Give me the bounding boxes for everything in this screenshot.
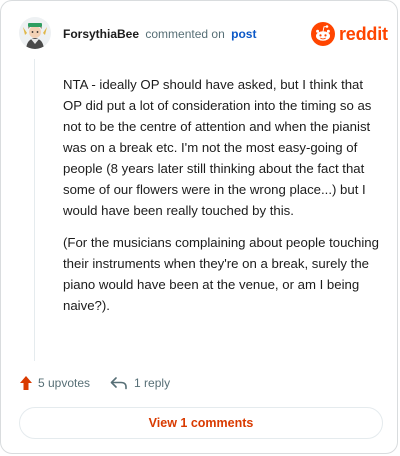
comment-body: NTA - ideally OP should have asked, but … — [63, 74, 385, 327]
upvote-count: 5 upvotes — [38, 376, 91, 390]
upvote-button[interactable]: 5 upvotes — [19, 375, 90, 391]
thread-line[interactable] — [34, 59, 35, 361]
comment-paragraph: NTA - ideally OP should have asked, but … — [63, 77, 372, 218]
view-comments-button[interactable]: View 1 comments — [19, 407, 383, 439]
reply-button[interactable]: 1 reply — [110, 376, 170, 390]
comment-header: ForsythiaBee commented on post — [63, 26, 256, 42]
reply-arrow-icon — [110, 377, 127, 390]
username[interactable]: ForsythiaBee — [63, 27, 139, 41]
reply-count: 1 reply — [134, 376, 171, 390]
comment-paragraph: (For the musicians complaining about peo… — [63, 235, 379, 313]
arrow-up-icon — [20, 376, 32, 390]
comment-card: ForsythiaBee commented on post reddit NT… — [0, 0, 398, 454]
avatar[interactable] — [19, 17, 51, 49]
user-avatar-icon — [19, 17, 51, 49]
reddit-wordmark: reddit — [339, 23, 388, 44]
comment-action-text: commented on — [145, 27, 225, 41]
reddit-snoo-icon — [311, 22, 335, 46]
comment-actions: 5 upvotes 1 reply — [19, 373, 170, 393]
reddit-logo: reddit — [311, 21, 388, 47]
post-link[interactable]: post — [231, 27, 256, 41]
